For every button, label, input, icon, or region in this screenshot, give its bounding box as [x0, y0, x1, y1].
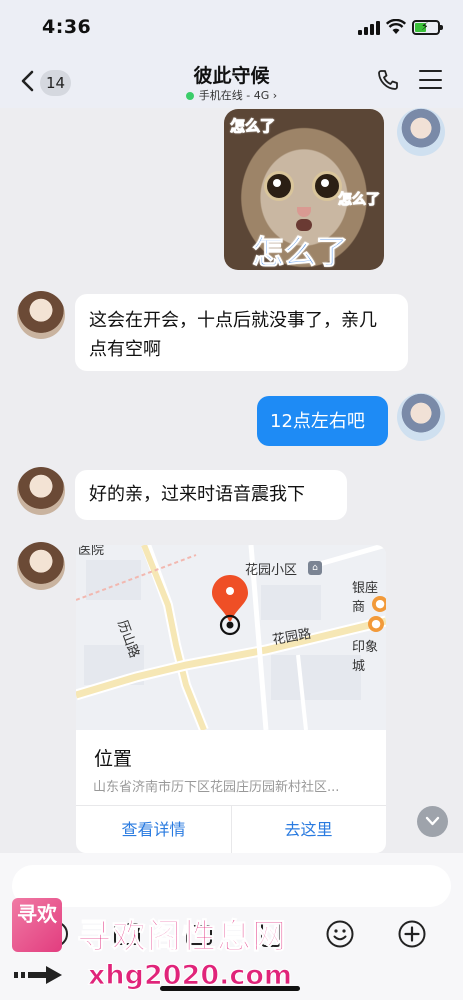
contact-avatar[interactable] [17, 467, 65, 515]
phone-call-icon[interactable] [376, 68, 400, 92]
home-indicator[interactable] [160, 986, 300, 991]
message-bubble[interactable]: 这会在开会，十点后就没事了，亲几点有空啊 [75, 294, 408, 371]
navigate-here-button[interactable]: 去这里 [231, 806, 386, 853]
sticker-caption: 怎么了 [251, 233, 349, 271]
contact-avatar[interactable] [17, 291, 65, 339]
sticker-caption: 怎么了 [229, 117, 276, 136]
location-title: 位置 [94, 748, 133, 770]
map-label: 医院 [78, 545, 105, 558]
wifi-icon [386, 19, 406, 34]
menu-icon[interactable] [419, 70, 442, 90]
cat-nose [297, 207, 311, 217]
cat-sticker-image[interactable]: 怎么了 怎么了 怎么了 [224, 109, 384, 270]
status-bar: 4:36 ⚡ [0, 0, 463, 58]
add-more-icon[interactable] [397, 919, 427, 949]
watermark-logo: 寻欢 [12, 898, 62, 952]
watermark-site-name: 寻欢阁性息网 [77, 917, 287, 958]
cat-eye [264, 171, 294, 201]
building-icon: ⌂ [308, 561, 322, 575]
watermark-arrow-icon [14, 966, 62, 984]
cellular-signal-icon [358, 21, 380, 35]
status-time: 4:36 [42, 16, 92, 38]
battery-charging-icon: ⚡ [412, 20, 443, 35]
my-avatar[interactable] [397, 108, 445, 156]
online-status-text: 手机在线 - 4G [198, 89, 270, 102]
map-label: 印象城 [352, 640, 379, 674]
chat-header: 14 彼此守候 手机在线 - 4G › [0, 58, 463, 108]
online-dot-icon [185, 92, 194, 100]
chevron-right-icon: › [269, 89, 278, 102]
my-avatar[interactable] [397, 393, 445, 441]
shop-icon: ● [372, 596, 386, 612]
scroll-to-bottom-button[interactable] [417, 806, 448, 837]
message-input[interactable] [12, 865, 451, 907]
emoji-icon[interactable] [325, 919, 355, 949]
contact-avatar[interactable] [17, 542, 65, 590]
message-bubble[interactable]: 12点左右吧 [257, 396, 388, 446]
map-preview[interactable]: 医院 花园小区 ⌂ 银座商 ● ● 印象城 花园路 历山路 [76, 545, 386, 730]
chevron-down-icon [425, 816, 440, 826]
sticker-caption: 怎么了 [338, 192, 381, 209]
shop-icon: ● [368, 616, 384, 632]
map-label: 花园小区 [245, 563, 298, 578]
message-bubble[interactable]: 好的亲，过来时语音震我下 [75, 470, 347, 520]
location-address: 山东省济南市历下区花园庄历园新村社区... [93, 780, 340, 795]
location-card[interactable]: 医院 花园小区 ⌂ 银座商 ● ● 印象城 花园路 历山路 位置 山东省济南市历… [76, 545, 386, 853]
view-details-button[interactable]: 查看详情 [76, 806, 231, 853]
map-pin-icon [212, 575, 248, 636]
